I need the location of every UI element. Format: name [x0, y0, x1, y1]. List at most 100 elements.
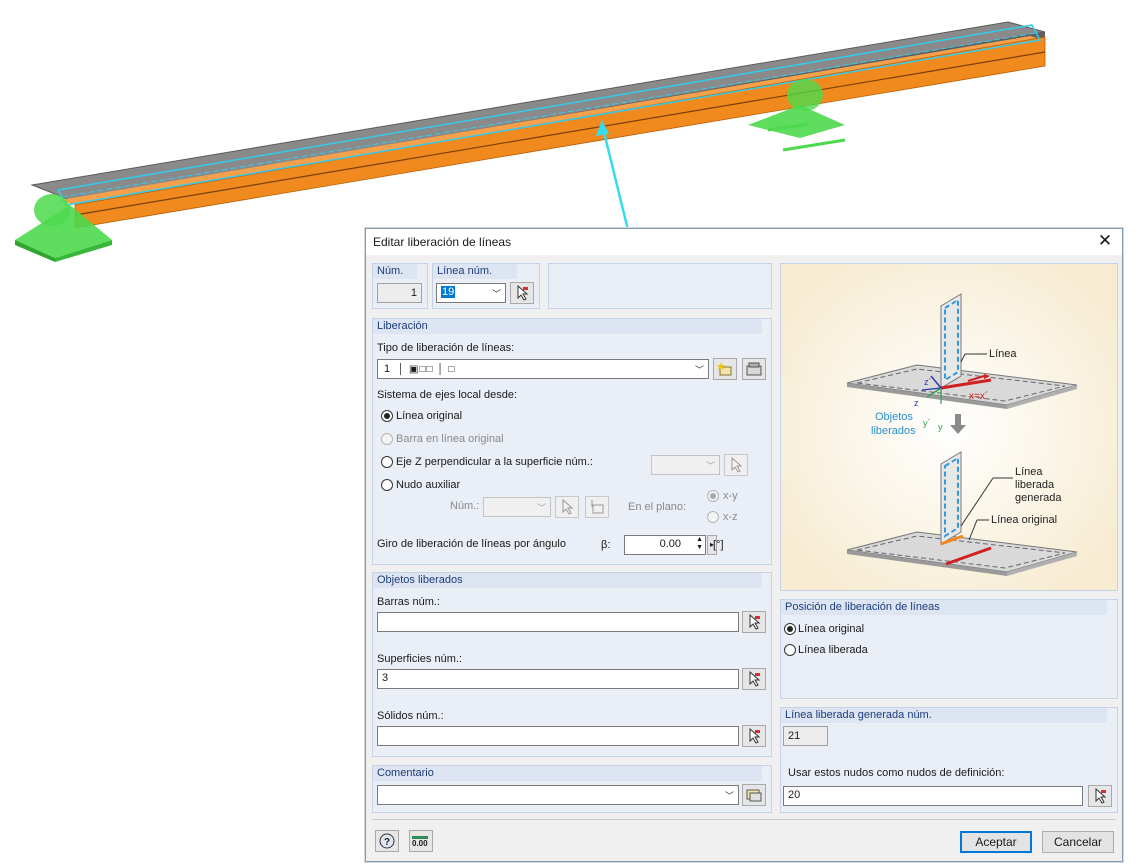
radio-barra-linea[interactable]: [381, 433, 393, 445]
tipo-select[interactable]: 1 │ ▣□□ │ □ ﹀: [377, 359, 709, 379]
pick-line-button[interactable]: [510, 282, 534, 304]
beam-side: [74, 36, 1046, 229]
giro-label: Giro de liberación de líneas por ángulo: [377, 538, 566, 550]
linea-num-select[interactable]: 19 ﹀: [436, 283, 506, 303]
pick-cursor-icon: [749, 671, 761, 687]
edit-release-type-button[interactable]: [742, 358, 766, 380]
radio-barra-linea-label: Barra en línea original: [396, 433, 504, 445]
units-icon: 0.00: [412, 836, 428, 848]
pick-cursor-icon: [517, 285, 529, 301]
radio-linea-original-label[interactable]: Línea original: [396, 410, 462, 422]
diagram-label-original: Línea original: [991, 514, 1057, 526]
posicion-header: Posición de liberación de líneas: [781, 600, 1107, 615]
title-bar: Editar liberación de líneas ✕: [366, 229, 1122, 255]
nudos-label: Usar estos nudos como nudos de definició…: [788, 767, 1005, 779]
radio-plano-xz[interactable]: [707, 511, 719, 523]
diagram-label-liberada-3: generada: [1015, 492, 1062, 504]
diagram-label-y: y: [938, 422, 943, 432]
barras-input[interactable]: [377, 612, 739, 632]
linea-num-value: 19: [441, 286, 456, 298]
beam-line: [74, 51, 1046, 216]
comentario-edit-button[interactable]: [742, 784, 766, 806]
radio-plano-xy[interactable]: [707, 490, 719, 502]
diagram-label-objetos-1: Objetos: [875, 411, 913, 423]
pick-cursor-icon: [749, 614, 761, 630]
dialog-title: Editar liberación de líneas: [373, 235, 512, 249]
tipo-label: Tipo de liberación de líneas:: [377, 342, 515, 354]
help-button[interactable]: ?: [375, 830, 399, 852]
superficie-select[interactable]: ﹀: [651, 455, 720, 475]
beam-top: [60, 36, 1045, 205]
superficies-label: Superficies núm.:: [377, 653, 462, 665]
footer-separator: [372, 819, 1116, 820]
radio-pos-liberada[interactable]: [784, 644, 796, 656]
superficies-input[interactable]: 3: [377, 669, 739, 689]
pick-solidos-button[interactable]: [742, 725, 766, 747]
tipo-value: 1: [384, 363, 391, 375]
sistema-label: Sistema de ejes local desde:: [377, 389, 518, 401]
radio-nudo-auxiliar-label[interactable]: Nudo auxiliar: [396, 479, 460, 491]
chevron-down-icon: ﹀: [694, 365, 704, 375]
objetos-header: Objetos liberados: [373, 573, 762, 588]
new-icon: [717, 362, 732, 376]
svg-text:?: ?: [384, 837, 390, 848]
solidos-input[interactable]: [377, 726, 739, 746]
diagram-label-linea: Línea: [989, 348, 1017, 360]
radio-linea-original[interactable]: [381, 410, 393, 422]
pick-node-button[interactable]: [555, 496, 579, 518]
diagram-label-xx: x=x´: [969, 390, 988, 402]
cancel-button[interactable]: Cancelar: [1042, 831, 1114, 853]
pick-surface-button[interactable]: [724, 454, 748, 476]
new-release-type-button[interactable]: [713, 358, 737, 380]
pick-cursor-icon: [749, 728, 761, 744]
accept-button[interactable]: Aceptar: [960, 831, 1032, 853]
diagram-label-z: z: [914, 398, 919, 408]
pick-cursor-icon: [1095, 788, 1107, 804]
nudos-input[interactable]: 20: [783, 786, 1083, 806]
barras-label: Barras núm.:: [377, 596, 440, 608]
close-icon[interactable]: ✕: [1094, 231, 1116, 253]
giro-input[interactable]: 0.00 ▲ ▼: [624, 535, 706, 555]
num-field: 1: [377, 283, 422, 303]
release-type-icons: │ ▣□□ │ □: [398, 364, 456, 375]
linea-num-label: Línea núm.: [433, 264, 517, 279]
nudo-num-label: Núm.:: [450, 500, 480, 512]
liberacion-header: Liberación: [373, 319, 762, 334]
spin-icon[interactable]: ▲ ▼: [696, 536, 703, 552]
new-node-button[interactable]: [585, 496, 609, 518]
comentario-select[interactable]: ﹀: [377, 785, 739, 805]
release-diagram: Línea x=x´ z´ z y´ y Objetos liberados L: [781, 264, 1117, 590]
radio-pos-original-label[interactable]: Línea original: [798, 623, 864, 635]
pick-nudos-button[interactable]: [1088, 785, 1112, 807]
help-icon: ?: [379, 833, 395, 849]
chevron-down-icon: ﹀: [491, 289, 501, 299]
pointer-arrow: [600, 123, 630, 231]
diagram-label-y1: y´: [923, 418, 931, 428]
nudo-num-select[interactable]: ﹀: [483, 497, 551, 517]
radio-plano-xz-label: x-z: [723, 511, 738, 523]
num-label: Núm.: [373, 264, 417, 279]
solidos-label: Sólidos núm.:: [377, 710, 444, 722]
edit-line-release-dialog: Editar liberación de líneas ✕ Núm. 1 Lín…: [365, 228, 1123, 862]
radio-pos-original[interactable]: [784, 623, 796, 635]
edit-icon: [746, 362, 762, 376]
beta-label: β:: [601, 539, 611, 551]
radio-eje-z-label[interactable]: Eje Z perpendicular a la superficie núm.…: [396, 456, 593, 468]
pick-barras-button[interactable]: [742, 611, 766, 633]
radio-nudo-auxiliar[interactable]: [381, 479, 393, 491]
comentario-header: Comentario: [373, 766, 762, 781]
radio-plano-xy-label: x-y: [723, 490, 738, 502]
diagram-panel: Línea x=x´ z´ z y´ y Objetos liberados L: [780, 263, 1118, 591]
chevron-down-icon: ﹀: [536, 503, 546, 513]
giro-unit: [°]: [713, 539, 724, 551]
generada-header: Línea liberada generada núm.: [781, 708, 1107, 723]
generada-number-field: 21: [783, 726, 828, 746]
plano-label: En el plano:: [628, 501, 687, 513]
new-node-icon: [591, 500, 604, 514]
diagram-label-liberada-1: Línea: [1015, 466, 1043, 478]
units-button[interactable]: 0.00: [409, 830, 433, 852]
radio-eje-z[interactable]: [381, 456, 393, 468]
giro-value: 0.00: [659, 538, 681, 550]
pick-superficies-button[interactable]: [742, 668, 766, 690]
radio-pos-liberada-label[interactable]: Línea liberada: [798, 644, 868, 656]
